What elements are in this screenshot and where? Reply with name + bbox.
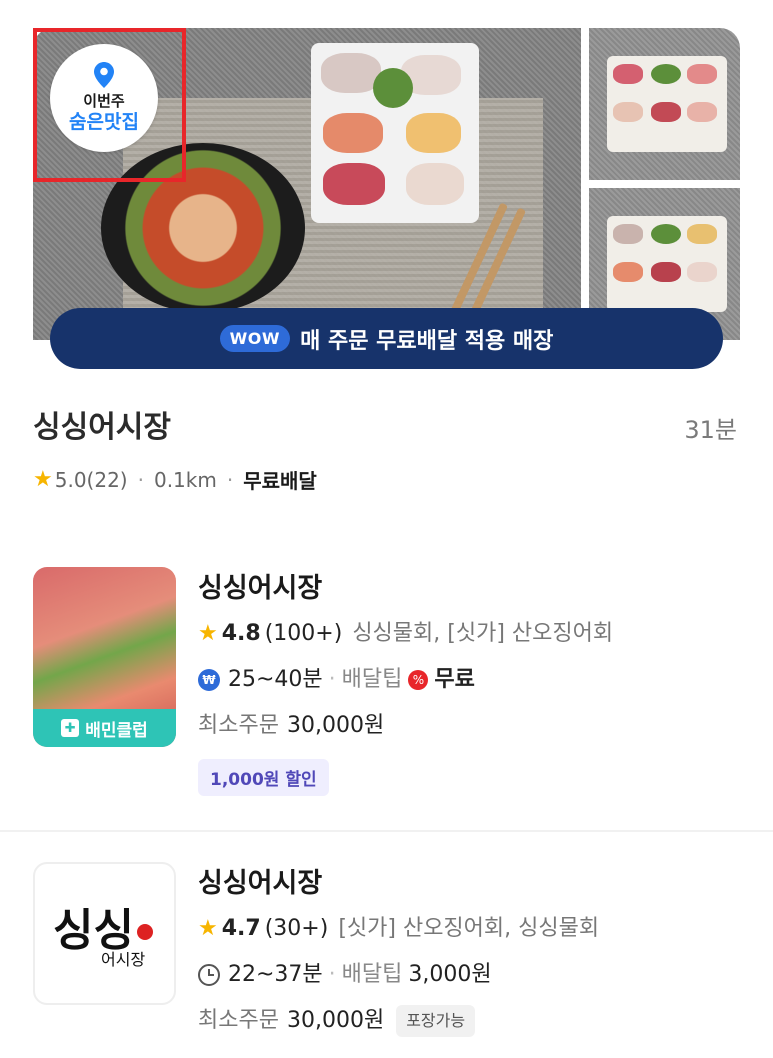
review-count: (100+) <box>264 621 343 646</box>
discount-badge: 1,000원 할인 <box>198 759 329 796</box>
sashimi-platter-graphic <box>311 43 479 223</box>
badge-line2: 숨은맛집 <box>69 111 139 133</box>
star-icon: ★ <box>33 467 53 492</box>
restaurant-name[interactable]: 싱싱어시장 <box>198 862 599 906</box>
baemin-club-strip: ✚ 배민클럽 <box>33 709 176 747</box>
menu-summary: 싱싱물회, [싯가] 산오징어회 <box>352 621 614 646</box>
wow-delivery-icon: ₩ <box>198 669 220 691</box>
delivery-row: 22~37분 · 배달팁 3,000원 <box>198 952 599 998</box>
store-delivery-time: 31분 <box>684 416 737 444</box>
delivery-row: ₩ 25~40분 · 배달팁 % 무료 <box>198 657 613 703</box>
wow-free-delivery-banner[interactable]: WOW 매 주문 무료배달 적용 매장 <box>50 308 723 369</box>
delivery-tip-value: 무료 <box>434 667 475 692</box>
min-order-row: 최소주문 30,000원 포장가능 <box>198 998 599 1044</box>
rating-row: ★ 4.7 (30+) [싯가] 산오징어회, 싱싱물회 <box>198 906 599 952</box>
store-distance: 0.1km <box>153 467 217 492</box>
delivery-time: 22~37분 <box>228 962 323 987</box>
star-icon: ★ <box>198 916 218 941</box>
store-meta: ★ 5.0(22) · 0.1km · 무료배달 <box>33 465 317 494</box>
badge-line1: 이번주 <box>83 92 125 110</box>
delivery-tip-value: 3,000원 <box>408 962 492 987</box>
min-order-label: 최소주문 <box>198 1008 279 1033</box>
restaurant-card[interactable]: 싱싱 어시장 싱싱어시장 ★ 4.7 (30+) [싯가] 산오징어회, 싱싱물… <box>0 862 773 1058</box>
rating-row: ★ 4.8 (100+) 싱싱물회, [싯가] 산오징어회 <box>198 611 613 657</box>
hero-gallery[interactable]: 이번주 숨은맛집 <box>33 28 740 340</box>
separator-dot: · <box>328 962 336 987</box>
store-rating: 5.0(22) <box>54 467 128 492</box>
logo-sub-text: 어시장 <box>101 950 146 969</box>
location-pin-icon <box>94 62 114 88</box>
restaurant-info: 싱싱어시장 ★ 4.7 (30+) [싯가] 산오징어회, 싱싱물회 22~37… <box>198 862 599 1044</box>
menu-summary: [싯가] 산오징어회, 싱싱물회 <box>338 916 600 941</box>
discount-icon: % <box>408 670 429 690</box>
restaurant-logo-thumbnail[interactable]: 싱싱 어시장 <box>33 862 176 1005</box>
review-count: (30+) <box>264 916 329 941</box>
star-icon: ★ <box>198 621 218 646</box>
min-order-label: 최소주문 <box>198 713 279 738</box>
separator-dot: · <box>137 467 144 492</box>
delivery-tip-label: 배달팁 <box>341 667 403 692</box>
delivery-tip-label: 배달팁 <box>341 962 403 987</box>
logo-seal-icon <box>137 924 153 940</box>
restaurant-name[interactable]: 싱싱어시장 <box>198 567 613 611</box>
separator-dot: · <box>328 667 336 692</box>
restaurant-info: 싱싱어시장 ★ 4.8 (100+) 싱싱물회, [싯가] 산오징어회 ₩ 25… <box>198 567 613 796</box>
pickup-badge: 포장가능 <box>396 1005 476 1037</box>
store-delivery-fee: 무료배달 <box>243 469 317 493</box>
rating-value: 4.8 <box>221 621 261 646</box>
separator-dot: · <box>226 467 234 492</box>
card-divider <box>0 830 773 832</box>
min-order-value: 30,000원 <box>286 1008 385 1033</box>
wow-banner-text: 매 주문 무료배달 적용 매장 <box>300 328 554 354</box>
delivery-time: 25~40분 <box>228 667 323 692</box>
baemin-club-label: 배민클럽 <box>85 720 148 741</box>
rating-value: 4.7 <box>221 916 261 941</box>
wow-pill: WOW <box>219 325 291 352</box>
min-order-value: 30,000원 <box>286 713 385 738</box>
hero-thumb-1[interactable] <box>589 28 740 180</box>
clock-icon <box>198 964 220 986</box>
club-icon: ✚ <box>61 719 80 737</box>
store-title: 싱싱어시장 <box>33 410 171 445</box>
restaurant-thumbnail[interactable]: ✚ 배민클럽 <box>33 567 176 747</box>
hidden-gem-badge: 이번주 숨은맛집 <box>50 44 158 152</box>
restaurant-card[interactable]: ✚ 배민클럽 싱싱어시장 ★ 4.8 (100+) 싱싱물회, [싯가] 산오징… <box>0 567 773 827</box>
min-order-row: 최소주문 30,000원 <box>198 703 613 749</box>
